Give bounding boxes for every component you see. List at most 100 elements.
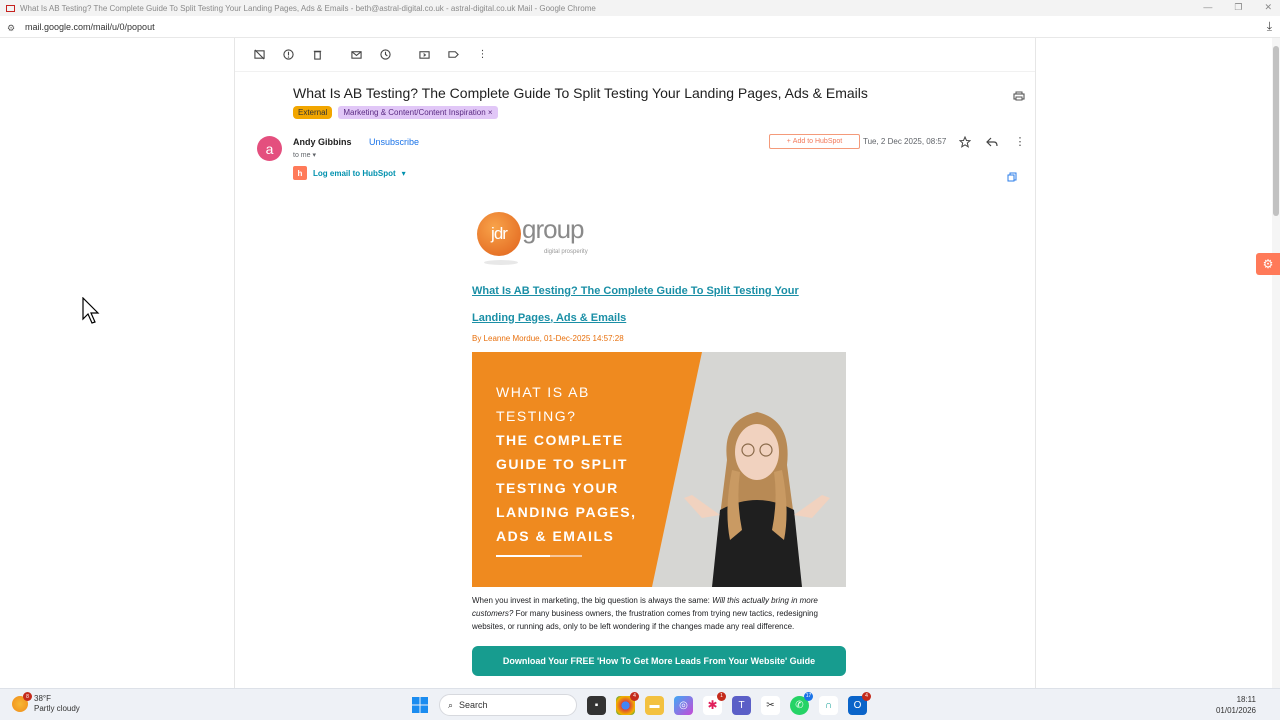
presenter-photo — [684, 412, 830, 587]
hero-line: WHAT IS AB — [496, 384, 590, 400]
logo-tagline: digital prosperity — [544, 249, 588, 255]
taskbar-apps: ⌕ Search ▪ 4 ▬ ◎ ✱ 1 T ✂ ✆ 17 ∩ O4 — [410, 691, 871, 716]
url-text[interactable]: mail.google.com/mail/u/0/popout — [25, 22, 155, 32]
weather-widget[interactable]: 8 38°F Partly cloudy — [12, 692, 80, 714]
scrollbar-thumb[interactable] — [1273, 46, 1279, 216]
intro-paragraph: When you invest in marketing, the big qu… — [472, 594, 834, 633]
slack-badge: 1 — [717, 691, 726, 701]
hero-image[interactable]: WHAT IS AB TESTING? THE COMPLETE GUIDE T… — [472, 352, 846, 587]
windows-start-icon[interactable] — [410, 696, 429, 715]
system-clock[interactable]: 18:11 01/01/2026 — [1216, 694, 1256, 716]
search-label: Search — [459, 700, 488, 710]
windows-taskbar: 8 38°F Partly cloudy ⌕ Search ▪ 4 ▬ ◎ ✱ 1 … — [0, 688, 1280, 720]
chevron-down-icon: ▾ — [401, 168, 406, 178]
teams-icon[interactable]: T — [732, 695, 751, 715]
reply-icon[interactable] — [986, 135, 998, 147]
clock-date: 01/01/2026 — [1215, 706, 1256, 715]
chrome-icon[interactable]: 4 — [616, 691, 639, 715]
outlook-badge: 4 — [862, 691, 871, 701]
email-labels: External Marketing & Content/Content Ins… — [293, 106, 498, 119]
intro-text-cont: For many business owners, the frustratio… — [472, 609, 818, 631]
recipient-details[interactable]: to me ▾ — [293, 151, 316, 159]
chevron-down-icon: ▾ — [312, 152, 316, 159]
article-byline: By Leanne Mordue, 01-Dec-2025 14:57:28 — [472, 334, 624, 343]
close-button[interactable]: ✕ — [1264, 2, 1272, 13]
weather-condition: Partly cloudy — [34, 704, 80, 713]
whatsapp-icon[interactable]: ✆ 17 — [790, 691, 813, 715]
jdr-group-logo[interactable]: jdr group digital prosperity — [472, 208, 612, 268]
hero-line: ADS & EMAILS — [496, 528, 615, 544]
site-settings-icon[interactable]: ⚙ — [7, 23, 17, 33]
download-icon[interactable]: ⤓ — [1267, 19, 1272, 34]
label-category-text: Marketing & Content/Content Inspiration — [343, 108, 486, 117]
recipient-text: to me — [293, 152, 311, 159]
window-titlebar: What Is AB Testing? The Complete Guide T… — [0, 0, 1280, 16]
hero-divider-accent — [550, 555, 582, 557]
outlook-icon[interactable]: O4 — [848, 691, 871, 715]
message-more-icon[interactable]: ⋮ — [1014, 135, 1026, 148]
email-toolbar: ⋮ — [235, 38, 1035, 72]
whatsapp-badge: 17 — [804, 691, 813, 701]
hero-line: TESTING YOUR — [496, 480, 619, 496]
weather-icon: 8 — [12, 692, 32, 712]
snipping-tool-icon[interactable]: ✂ — [761, 695, 780, 715]
hero-text: WHAT IS AB TESTING? THE COMPLETE GUIDE T… — [496, 380, 637, 548]
task-view-icon[interactable]: ▪ — [587, 695, 606, 715]
logo-shadow — [484, 260, 518, 265]
intro-text: When you invest in marketing, the big qu… — [472, 596, 713, 605]
minimize-button[interactable]: — — [1203, 2, 1212, 13]
search-icon: ⌕ — [448, 699, 454, 710]
article-title-link[interactable]: What Is AB Testing? The Complete Guide T… — [472, 278, 842, 331]
mouse-cursor-icon — [82, 297, 100, 324]
email-popout: ⋮ What Is AB Testing? The Complete Guide… — [234, 38, 1036, 688]
more-options-icon[interactable]: ⋮ — [468, 45, 497, 65]
logo-wordmark: group — [522, 214, 584, 244]
address-bar: ⚙ mail.google.com/mail/u/0/popout ⤓ — [0, 16, 1280, 38]
temperature: 38°F — [34, 694, 51, 703]
print-icon[interactable] — [1013, 88, 1025, 101]
label-external[interactable]: External — [293, 106, 333, 119]
sender-name[interactable]: Andy Gibbins — [293, 137, 352, 147]
hero-line: TESTING? — [496, 408, 577, 424]
page-scrollbar[interactable] — [1272, 38, 1280, 688]
gmail-icon — [6, 4, 15, 12]
remove-label-icon[interactable]: × — [488, 108, 493, 117]
report-spam-icon[interactable] — [274, 45, 303, 65]
move-to-icon[interactable] — [410, 45, 439, 65]
chrome-badge: 4 — [630, 691, 639, 701]
hero-line: LANDING PAGES, — [496, 504, 637, 520]
hero-line: GUIDE TO SPLIT — [496, 456, 628, 472]
sender-avatar[interactable]: a — [257, 136, 282, 161]
add-to-hubspot-label: Add to HubSpot — [792, 138, 843, 145]
weather-badge: 8 — [23, 692, 32, 701]
mark-unread-icon[interactable] — [342, 45, 371, 65]
hero-line: THE COMPLETE — [496, 432, 624, 448]
email-subject: What Is AB Testing? The Complete Guide T… — [293, 85, 868, 101]
label-icon[interactable] — [439, 45, 468, 65]
snooze-icon[interactable] — [371, 45, 400, 65]
window-title: What Is AB Testing? The Complete Guide T… — [20, 3, 596, 13]
log-email-hubspot[interactable]: h Log email to HubSpot ▾ — [293, 166, 406, 180]
email-body: jdr group digital prosperity What Is AB … — [472, 208, 846, 676]
copy-icon[interactable] — [1007, 169, 1017, 182]
clock-time: 18:11 — [1236, 695, 1256, 704]
hubspot-sidebar-icon[interactable]: ⚙ — [1256, 253, 1280, 275]
log-email-label: Log email to HubSpot — [313, 168, 396, 178]
logo-mark: jdr — [477, 212, 521, 256]
archive-icon[interactable] — [245, 45, 274, 65]
restore-button[interactable]: ❐ — [1234, 2, 1242, 13]
file-explorer-icon[interactable]: ▬ — [645, 695, 664, 715]
label-category[interactable]: Marketing & Content/Content Inspiration … — [338, 106, 498, 119]
delete-icon[interactable] — [303, 45, 332, 65]
email-date: Tue, 2 Dec 2025, 08:57 — [863, 137, 947, 146]
app-icon[interactable]: ∩ — [819, 695, 838, 715]
taskbar-search[interactable]: ⌕ Search — [439, 694, 577, 716]
hubspot-icon: h — [293, 166, 307, 180]
star-icon[interactable] — [958, 135, 972, 148]
copilot-icon[interactable]: ◎ — [674, 695, 693, 715]
unsubscribe-link[interactable]: Unsubscribe — [369, 137, 419, 147]
window-controls: — ❐ ✕ — [1203, 2, 1272, 13]
download-guide-button[interactable]: Download Your FREE 'How To Get More Lead… — [472, 646, 846, 676]
add-to-hubspot-button[interactable]: + Add to HubSpot — [769, 134, 860, 149]
slack-icon[interactable]: ✱ 1 — [703, 691, 726, 715]
